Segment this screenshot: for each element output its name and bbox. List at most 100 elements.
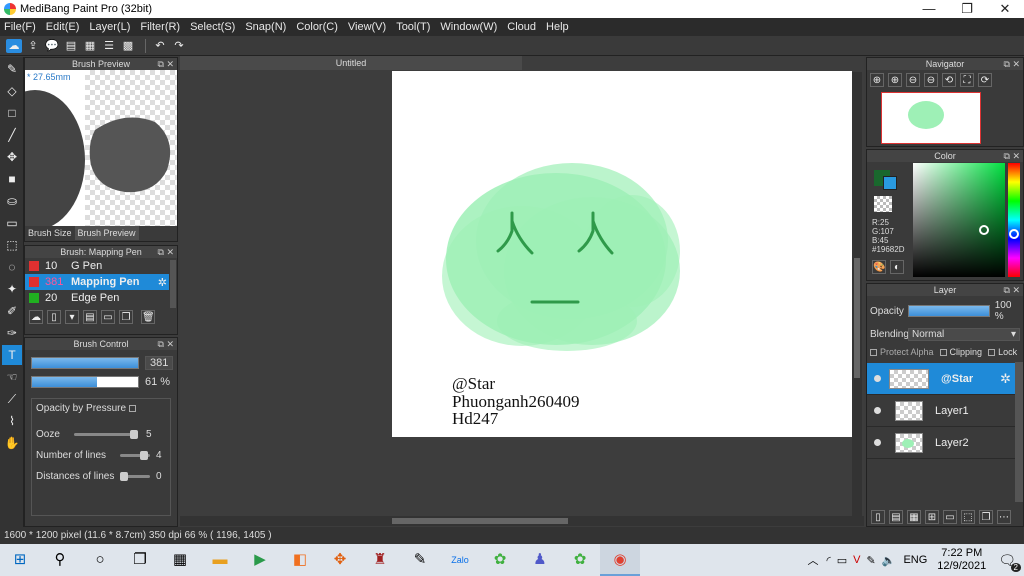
text-tool-icon[interactable]: T xyxy=(2,345,22,365)
clock[interactable]: 7:22 PM 12/9/2021 xyxy=(937,547,986,573)
magic-wand-tool-icon[interactable]: ✦ xyxy=(2,279,22,299)
layer-item-layer1[interactable]: Layer1 xyxy=(867,395,1015,427)
zoom-in-icon[interactable]: ⊕ xyxy=(870,73,884,87)
color-set-icon[interactable]: ◐ xyxy=(890,260,904,274)
upload-icon[interactable]: ⇪ xyxy=(25,39,41,53)
close-button[interactable]: ✕ xyxy=(986,0,1024,18)
protect-alpha-checkbox[interactable] xyxy=(870,348,877,356)
brush-list-scrollbar[interactable] xyxy=(170,260,176,308)
select-pen-tool-icon[interactable]: ✐ xyxy=(2,301,22,321)
panel-buttons-icon[interactable]: ⧉ ✕ xyxy=(1004,284,1020,296)
teamviewer-icon[interactable]: ✥ xyxy=(320,544,360,576)
brush-opacity-bar[interactable] xyxy=(31,376,139,388)
medibang-helper-icon[interactable]: ✿ xyxy=(480,544,520,576)
file-explorer-icon[interactable]: ▬ xyxy=(200,544,240,576)
fill-rect-tool-icon[interactable]: ■ xyxy=(2,169,22,189)
duplicate-layer-icon[interactable]: ❐ xyxy=(979,510,993,524)
zoom-out-icon[interactable]: ⊖ xyxy=(924,73,938,87)
menu-window[interactable]: Window(W) xyxy=(440,21,497,33)
teams-icon[interactable]: ♟ xyxy=(520,544,560,576)
redo-icon[interactable]: ↷ xyxy=(171,39,187,53)
task-view-icon[interactable]: ❐ xyxy=(120,544,160,576)
visibility-eye-icon[interactable] xyxy=(874,407,881,414)
lock-checkbox[interactable] xyxy=(988,348,996,356)
layer-item-star[interactable]: @Star ✲ xyxy=(867,363,1015,395)
minimize-button[interactable]: — xyxy=(910,0,948,18)
menu-view[interactable]: View(V) xyxy=(348,21,386,33)
chrome-icon[interactable]: ◉ xyxy=(600,544,640,576)
wifi-icon[interactable]: ◜ xyxy=(827,554,831,567)
ccleaner-icon[interactable]: ◧ xyxy=(280,544,320,576)
brush-delete-icon[interactable]: 🗑 xyxy=(141,310,155,324)
panel-buttons-icon[interactable]: ⧉ ✕ xyxy=(158,338,174,350)
menu-layer[interactable]: Layer(L) xyxy=(89,21,130,33)
undo-icon[interactable]: ↶ xyxy=(152,39,168,53)
brush-item-g-pen[interactable]: 10 G Pen xyxy=(25,258,169,274)
zoom-in-small-icon[interactable]: ⊕ xyxy=(888,73,902,87)
menu-edit[interactable]: Edit(E) xyxy=(46,21,80,33)
vietkey-icon[interactable]: V xyxy=(853,554,860,566)
brush-script-icon[interactable]: ▤ xyxy=(83,310,97,324)
clipping-checkbox[interactable] xyxy=(939,348,947,356)
brush-add-icon[interactable]: ▾ xyxy=(65,310,79,324)
chat-icon[interactable]: ▤ xyxy=(63,39,79,53)
blending-select[interactable]: Normal ▾ xyxy=(908,328,1020,341)
calculator-icon[interactable]: ▦ xyxy=(160,544,200,576)
eraser-tool-icon[interactable]: ◇ xyxy=(2,81,22,101)
bucket-tool-icon[interactable]: ⛀ xyxy=(2,191,22,211)
pen-tool-icon[interactable]: ╱ xyxy=(2,125,22,145)
gradient-tool-icon[interactable]: ▭ xyxy=(2,213,22,233)
brush-copy-icon[interactable]: ❐ xyxy=(119,310,133,324)
lasso-tool-icon[interactable]: ◌ xyxy=(2,257,22,277)
ooze-slider[interactable] xyxy=(74,430,138,439)
hand-tool-icon[interactable]: ✋ xyxy=(2,433,22,453)
number-of-lines-slider[interactable] xyxy=(120,451,150,460)
panel-buttons-icon[interactable]: ⧉ ✕ xyxy=(1004,150,1020,162)
panel-buttons-icon[interactable]: ⧉ ✕ xyxy=(1004,58,1020,70)
layer-folder-icon[interactable]: ▭ xyxy=(943,510,957,524)
search-icon[interactable]: ⚲ xyxy=(40,544,80,576)
new-8bit-layer-icon[interactable]: ▦ xyxy=(907,510,921,524)
menu-tool[interactable]: Tool(T) xyxy=(396,21,430,33)
zalo-icon[interactable]: Zalo xyxy=(440,544,480,576)
visibility-eye-icon[interactable] xyxy=(874,375,881,382)
language-indicator[interactable]: ENG xyxy=(903,554,927,566)
add-layer-menu-icon[interactable]: ⊞ xyxy=(925,510,939,524)
menu-select[interactable]: Select(S) xyxy=(190,21,235,33)
zoom-out-small-icon[interactable]: ⊖ xyxy=(906,73,920,87)
meet-video-icon[interactable]: ▶ xyxy=(240,544,280,576)
cortana-icon[interactable]: ○ xyxy=(80,544,120,576)
brush-item-edge-pen[interactable]: 20 Edge Pen xyxy=(25,290,169,306)
new-layer-icon[interactable]: ▯ xyxy=(871,510,885,524)
drawing-canvas[interactable]: @Star Phuonganh260409 Hd247 xyxy=(392,71,852,437)
document-icon[interactable]: ▦ xyxy=(82,39,98,53)
new-halftone-layer-icon[interactable]: ▤ xyxy=(889,510,903,524)
background-color-swatch[interactable] xyxy=(883,176,897,190)
canvas-horizontal-scrollbar[interactable] xyxy=(180,516,864,526)
layer-opacity-bar[interactable] xyxy=(907,305,990,317)
visibility-eye-icon[interactable] xyxy=(874,439,881,446)
select-eraser-tool-icon[interactable]: ✑ xyxy=(2,323,22,343)
brush-folder-icon[interactable]: ▭ xyxy=(101,310,115,324)
volume-icon[interactable]: 🔈 xyxy=(882,554,896,567)
menu-snap[interactable]: Snap(N) xyxy=(245,21,286,33)
canvas-vertical-scrollbar[interactable] xyxy=(852,72,862,516)
menu-color[interactable]: Color(C) xyxy=(296,21,338,33)
layer-settings-gear-icon[interactable]: ✲ xyxy=(1000,371,1011,387)
rotate-left-icon[interactable]: ⟲ xyxy=(942,73,956,87)
move-tool-icon[interactable]: ✥ xyxy=(2,147,22,167)
layer-item-layer2[interactable]: Layer2 xyxy=(867,427,1015,459)
tray-pen-icon[interactable]: ✎ xyxy=(867,554,876,567)
panel-buttons-icon[interactable]: ⧉ ✕ xyxy=(158,58,174,70)
medibang-app-icon[interactable]: ✿ xyxy=(560,544,600,576)
menu-filter[interactable]: Filter(R) xyxy=(140,21,180,33)
eyedropper-tool-icon[interactable]: ⌇ xyxy=(2,411,22,431)
brush-tool-icon[interactable]: ✎ xyxy=(2,59,22,79)
panel-buttons-icon[interactable]: ⧉ ✕ xyxy=(158,246,174,258)
merge-layer-icon[interactable]: ⬚ xyxy=(961,510,975,524)
comment-icon[interactable]: 💬 xyxy=(44,39,60,53)
menu-file[interactable]: File(F) xyxy=(4,21,36,33)
menu-cloud[interactable]: Cloud xyxy=(507,21,536,33)
color-saturation-picker[interactable] xyxy=(913,163,1005,277)
brush-item-mapping-pen[interactable]: 381 Mapping Pen ✲ xyxy=(25,274,169,290)
